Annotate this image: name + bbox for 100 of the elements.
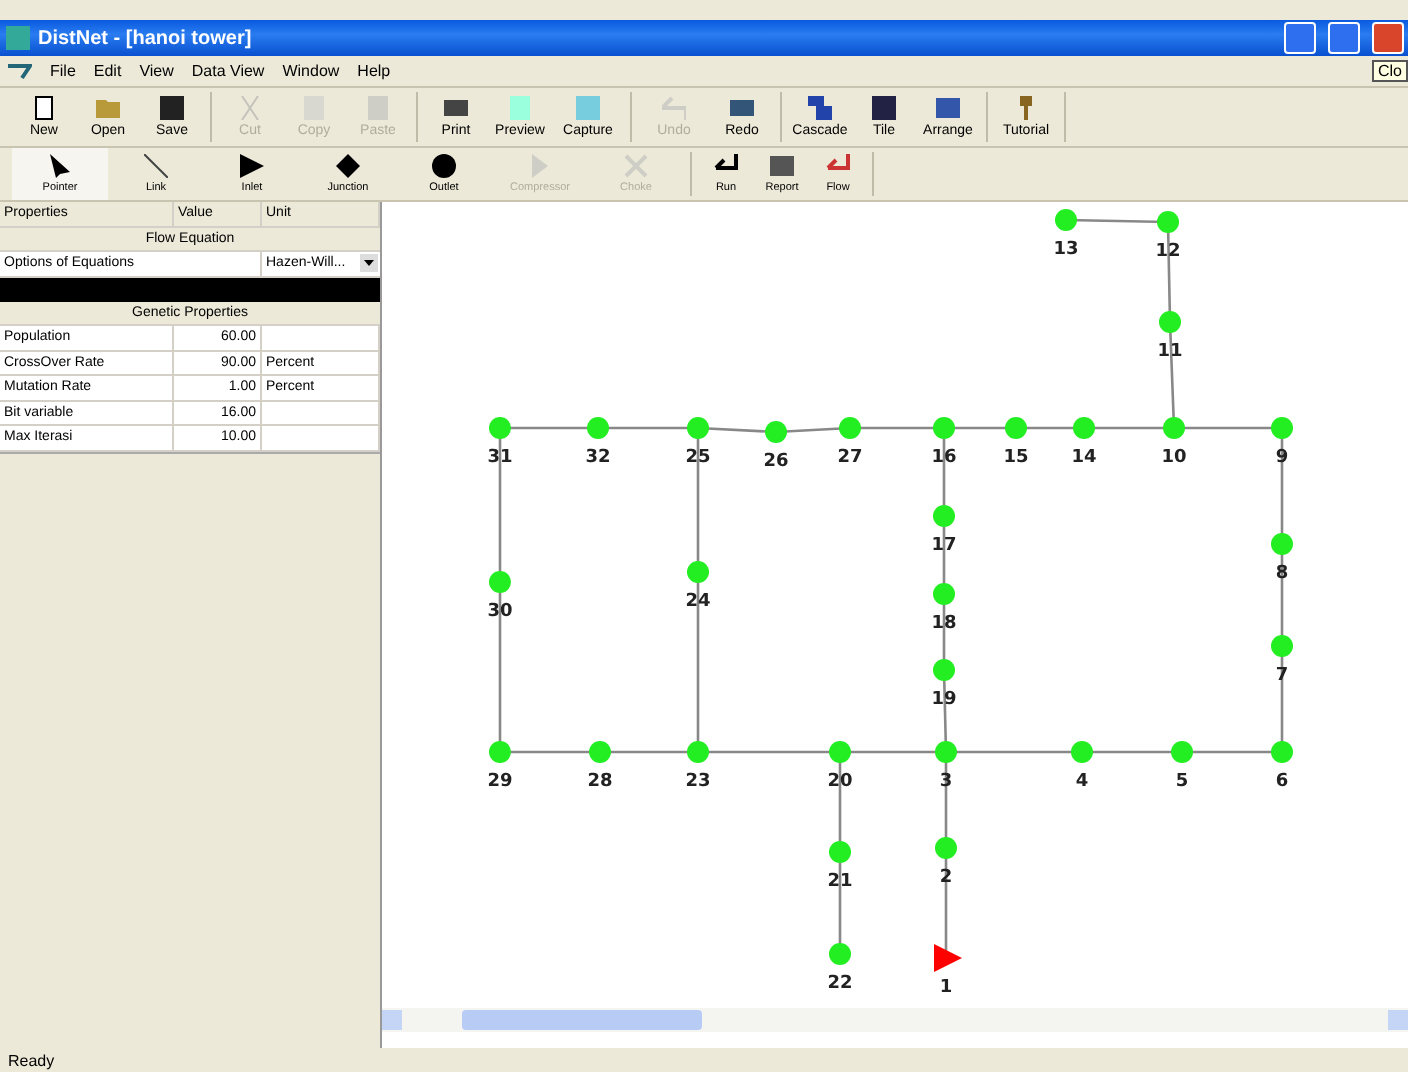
capture-icon (576, 96, 600, 120)
junction-node[interactable] (829, 841, 851, 863)
choke-icon (624, 154, 648, 178)
node-label: 29 (487, 772, 513, 792)
junction-node[interactable] (829, 741, 851, 763)
dropdown-icon (360, 254, 378, 273)
pointer-icon (48, 154, 72, 178)
node-label: 14 (1071, 448, 1097, 468)
junction-node[interactable] (935, 837, 957, 859)
junction-node[interactable] (933, 659, 955, 681)
node-label: 28 (587, 772, 613, 792)
menu-item[interactable]: Data View (191, 62, 265, 80)
arrange-icon (936, 96, 960, 120)
paste-icon (366, 96, 390, 120)
node-label: 18 (931, 614, 957, 634)
menu-item[interactable]: View (139, 62, 174, 80)
junction-node[interactable] (1157, 211, 1179, 233)
junction-node[interactable] (687, 561, 709, 583)
tooltip: Clo (1371, 60, 1408, 82)
horizontal-scrollbar[interactable] (382, 1008, 1408, 1032)
junction-node[interactable] (1271, 741, 1293, 763)
junction-node[interactable] (1073, 417, 1095, 439)
junction-node[interactable] (489, 417, 511, 439)
junction-node[interactable] (489, 571, 511, 593)
node-label: 11 (1157, 342, 1183, 362)
scroll-right-icon[interactable] (1388, 1010, 1408, 1030)
node-label: 31 (487, 448, 513, 468)
junction-node[interactable] (1005, 417, 1027, 439)
node-label: 9 (1275, 448, 1289, 468)
menu-item[interactable]: Edit (93, 62, 122, 80)
node-label: 23 (685, 772, 711, 792)
redo-icon (730, 96, 754, 120)
node-label: 20 (827, 772, 853, 792)
menu-item[interactable]: Window (282, 62, 340, 80)
node-label: 22 (827, 974, 853, 994)
close-button[interactable] (1372, 22, 1404, 54)
node-label: 21 (827, 872, 853, 892)
junction-node[interactable] (1171, 741, 1193, 763)
node-label: 2 (939, 868, 953, 888)
junction-node[interactable] (1271, 635, 1293, 657)
cut-icon (238, 96, 262, 120)
node-label: 8 (1275, 564, 1289, 584)
junction-node[interactable] (933, 417, 955, 439)
junction-node[interactable] (839, 417, 861, 439)
node-label: 26 (763, 452, 789, 472)
cascade-icon (808, 96, 832, 120)
print-icon (444, 96, 468, 120)
junction-node[interactable] (587, 417, 609, 439)
undo-icon (662, 96, 686, 120)
junction-node[interactable] (687, 417, 709, 439)
node-label: 3 (939, 772, 953, 792)
node-label: 24 (685, 592, 711, 612)
tile-icon (872, 96, 896, 120)
node-label: 30 (487, 602, 513, 622)
save-icon (160, 96, 184, 120)
node-label: 32 (585, 448, 611, 468)
inlet-marker[interactable] (934, 944, 962, 972)
window-title: DistNet - [hanoi tower] (38, 27, 254, 49)
menu-item[interactable]: File (50, 62, 76, 80)
scroll-thumb[interactable] (462, 1010, 702, 1030)
outlet-icon (432, 154, 456, 178)
node-label: 17 (931, 536, 957, 556)
junction-node[interactable] (1271, 417, 1293, 439)
scroll-left-icon[interactable] (382, 1010, 402, 1030)
status-text: Ready (8, 1051, 55, 1069)
junction-node[interactable] (1055, 209, 1077, 231)
junction-node[interactable] (687, 741, 709, 763)
restore-button[interactable] (1328, 22, 1360, 54)
new-icon (32, 96, 56, 120)
preview-icon (508, 96, 532, 120)
inlet-icon (240, 154, 264, 178)
app-icon (6, 26, 30, 50)
app-icon (8, 63, 32, 79)
junction-node[interactable] (489, 741, 511, 763)
minimize-button[interactable] (1284, 22, 1316, 54)
tutorial-icon (1014, 96, 1038, 120)
node-label: 10 (1161, 448, 1187, 468)
junction-node[interactable] (765, 421, 787, 443)
node-label: 27 (837, 448, 863, 468)
junction-node[interactable] (1071, 741, 1093, 763)
junction-node[interactable] (1163, 417, 1185, 439)
junction-node[interactable] (933, 583, 955, 605)
junction-node[interactable] (829, 943, 851, 965)
junction-node[interactable] (935, 741, 957, 763)
node-label: 1 (939, 978, 953, 998)
node-label: 7 (1275, 666, 1289, 686)
node-label: 6 (1275, 772, 1289, 792)
junction-node[interactable] (1159, 311, 1181, 333)
junction-icon (336, 154, 360, 178)
junction-node[interactable] (589, 741, 611, 763)
open-icon (96, 96, 120, 120)
junction-node[interactable] (933, 505, 955, 527)
node-label: 13 (1053, 240, 1079, 260)
junction-node[interactable] (1271, 533, 1293, 555)
compressor-icon (528, 154, 552, 178)
node-label: 4 (1075, 772, 1089, 792)
menu-item[interactable]: Help (357, 62, 391, 80)
node-label: 19 (931, 690, 957, 710)
node-label: 15 (1003, 448, 1029, 468)
node-label: 16 (931, 448, 957, 468)
